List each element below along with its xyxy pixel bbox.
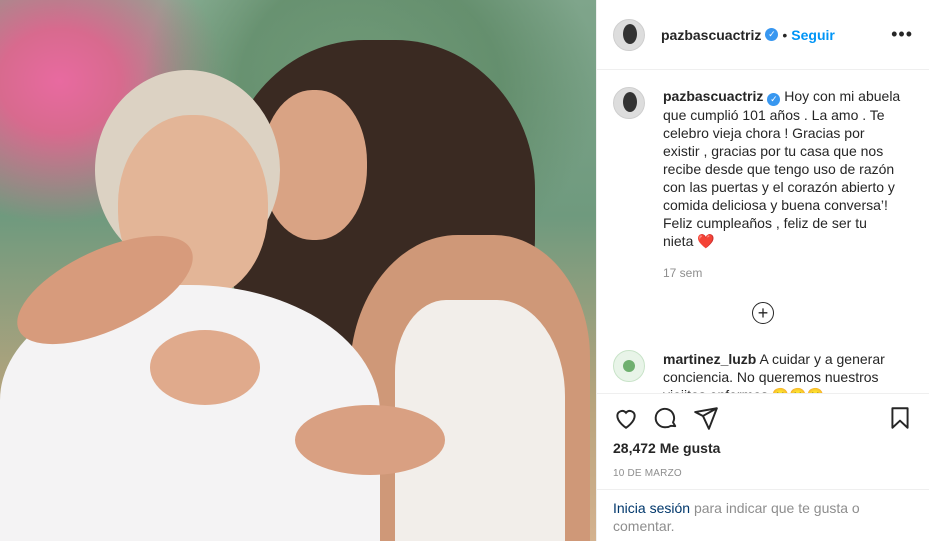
heart-emoji: ❤️ (697, 233, 715, 249)
heart-icon[interactable] (613, 405, 639, 431)
action-icons (613, 404, 913, 432)
caption-text: pazbascuactriz ✓ Hoy con mi abuela que cu… (663, 87, 901, 250)
separator-dot: • (782, 26, 788, 43)
caption-verified-badge-icon: ✓ (767, 93, 781, 106)
author-username[interactable]: pazbascuactriz (661, 27, 761, 43)
caption-time[interactable]: 17 sem (663, 266, 913, 280)
commenter-avatar[interactable] (613, 350, 645, 382)
follow-button[interactable]: Seguir (791, 27, 835, 43)
comment-username[interactable]: martinez_luzb (663, 351, 756, 367)
comment-text: martinez_luzb A cuidar y a generar conci… (663, 350, 901, 393)
more-options-icon[interactable]: ••• (891, 24, 913, 45)
post-header: pazbascuactriz ✓ • Seguir ••• (597, 0, 929, 70)
bookmark-icon[interactable] (887, 405, 913, 431)
post-sidebar: pazbascuactriz ✓ • Seguir ••• pazbascuac… (596, 0, 929, 541)
verified-badge-icon: ✓ (765, 28, 779, 41)
caption-body: Hoy con mi abuela que cumplió 101 años .… (663, 88, 901, 249)
photo-hand (150, 330, 260, 405)
login-prompt: Inicia sesión para indicar que te gusta … (597, 489, 929, 544)
plus-circle-icon[interactable]: + (752, 302, 774, 324)
likes-count[interactable]: 28,472 Me gusta (613, 440, 913, 456)
comment-item: martinez_luzb A cuidar y a generar conci… (613, 350, 913, 393)
post-photo[interactable] (0, 0, 596, 541)
author-avatar[interactable] (613, 18, 645, 51)
photo-hand-right (295, 405, 445, 475)
caption: pazbascuactriz ✓ Hoy con mi abuela que cu… (613, 87, 913, 250)
comments-section[interactable]: pazbascuactriz ✓ Hoy con mi abuela que cu… (597, 71, 929, 393)
login-link[interactable]: Inicia sesión (613, 500, 690, 516)
caption-username[interactable]: pazbascuactriz (663, 88, 763, 104)
comment-icon[interactable] (653, 405, 679, 431)
send-icon[interactable] (693, 405, 719, 431)
caption-avatar[interactable] (613, 87, 645, 119)
post-date[interactable]: 10 DE MARZO (613, 468, 913, 479)
actions-bar: 28,472 Me gusta 10 DE MARZO (597, 393, 929, 489)
